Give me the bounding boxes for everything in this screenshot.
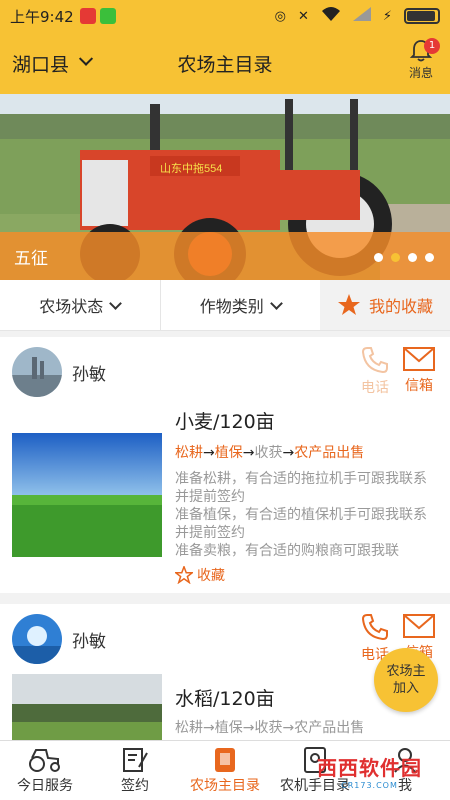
star-outline-icon [175,566,193,584]
farmer-name: 孙敏 [72,364,106,385]
step-label: 植保 [214,445,243,461]
carousel-dot[interactable] [408,253,417,262]
watermark-logo: 西西软件园 CR173.COM [317,756,422,790]
messages-button[interactable]: 1 消息 [408,38,440,81]
phone-icon [361,347,388,374]
star-icon [337,294,360,315]
mail-icon [403,347,435,371]
chevron-down-icon [109,296,123,310]
battery-icon [404,8,440,24]
join-line1: 农场主 [386,664,426,679]
join-farmer-button[interactable]: 农场主 加入 [374,648,438,712]
notification-icon [79,8,96,24]
my-favorites-tab[interactable]: 我的收藏 [320,280,450,330]
filter-bar: 农场状态 作物类别 我的收藏 [0,280,450,331]
wheat-field-photo [12,433,162,557]
app-header: 湖口县 农场主目录 1 消息 [0,32,450,94]
join-line2: 加入 [392,681,419,696]
farm-status-filter[interactable]: 农场状态 [0,280,161,330]
phone-button[interactable]: 电话 [360,345,390,397]
headset-icon: ◎ [274,8,286,24]
wifi-icon [321,6,341,26]
charging-icon: ⚡ [382,8,392,24]
crop-type-filter[interactable]: 作物类别 [161,280,321,330]
avatar [12,347,62,397]
step-label: 松耕 [175,445,203,461]
service-steps: 松耕→植保→收获→农产品出售 [175,720,365,736]
step-label: 农产品出售 [294,720,365,736]
carousel-indicator [374,253,434,262]
avatar [12,614,62,664]
service-note: 准备松耕，有合适的拖拉机手可跟我联系并提前签约 [175,471,427,505]
region-label: 湖口县 [12,53,70,76]
region-selector[interactable]: 湖口县 [12,50,94,77]
signal-icon [352,7,371,25]
step-label: 农产品出售 [294,445,365,461]
tractor-brand: 山东中拖554 [160,161,222,175]
farmer-icon [215,747,235,772]
step-label: 收获 [254,720,283,736]
service-steps: 松耕→植保→收获→农产品出售 [175,445,365,461]
service-note: 准备植保，有合适的植保机手可跟我联系并提前签约 [175,507,427,541]
phone-icon [361,614,388,641]
favorite-label: 收藏 [197,568,225,584]
chevron-down-icon [269,296,283,310]
phone-label: 电话 [361,380,389,396]
step-label: 植保 [214,720,243,736]
farmer-name: 孙敏 [72,631,106,652]
carousel-dot[interactable] [425,253,434,262]
rice-field-photo [12,674,162,740]
carousel-dot-active[interactable] [391,253,400,262]
farmer-user-row: 孙敏 [12,347,106,397]
step-label: 收获 [254,445,283,461]
nav-today-service[interactable]: 今日服务 [0,741,90,800]
farm-status-label: 农场状态 [39,297,104,316]
nav-farmer-directory[interactable]: 农场主目录 [180,741,270,800]
farmer-card[interactable]: 孙敏 电话 信箱 小麦/120亩 松耕→植保→收获→农产品出售 准备松耕，有合适… [0,337,450,593]
mail-icon [403,614,435,638]
nav-contract[interactable]: 签约 [90,741,180,800]
crop-title: 小麦/120亩 [175,411,275,433]
mailbox-label: 信箱 [405,378,433,394]
status-time: 上午9:42 [10,7,74,26]
nav-label: 签约 [121,777,149,794]
step-label: 松耕 [175,720,203,736]
messages-label: 消息 [408,66,433,80]
mute-icon: ✕ [297,8,309,24]
wechat-icon [99,8,116,24]
nav-label: 农场主目录 [190,777,260,794]
nav-label: 今日服务 [17,777,73,794]
carousel-dot[interactable] [374,253,383,262]
mailbox-button[interactable]: 信箱 [402,345,436,395]
favorite-button[interactable]: 收藏 [175,565,225,585]
tractor-icon [29,748,60,772]
contract-icon [123,747,148,772]
farmer-user-row: 孙敏 [12,614,106,664]
service-note: 准备卖粮，有合适的购粮商可跟我联 [175,543,399,559]
my-favorites-label: 我的收藏 [368,297,433,316]
chevron-down-icon [78,51,94,66]
messages-badge: 1 [424,38,440,54]
crop-type-label: 作物类别 [199,297,264,316]
banner-carousel[interactable]: 山东中拖554 五征 [0,94,450,280]
crop-title: 水稻/120亩 [175,688,275,710]
status-bar: 上午9:42 ◎ ✕ ⚡ [0,0,450,32]
